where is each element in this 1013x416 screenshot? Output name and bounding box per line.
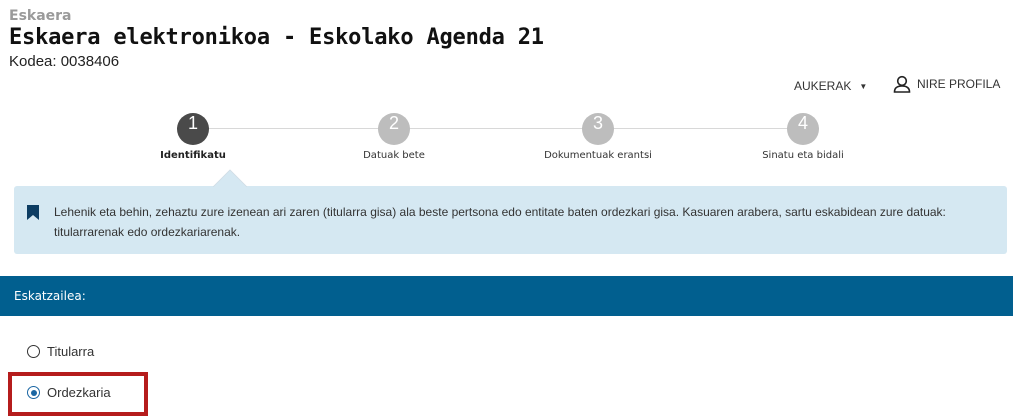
step-4-label: Sinatu eta bidali [762, 150, 844, 161]
options-menu[interactable]: AUKERAK ▼ [794, 79, 867, 93]
callout-pointer [213, 169, 247, 187]
profile-link[interactable]: NIRE PROFILA [893, 75, 1000, 93]
radio-label-titularra: Titularra [47, 344, 95, 359]
info-text: Lehenik eta behin, zehaztu zure izenean … [54, 205, 946, 239]
step-2-label: Datuak bete [363, 150, 425, 161]
step-4-circle[interactable]: 4 [787, 113, 819, 145]
section-header: Eskatzailea: [0, 276, 1013, 316]
step-3-label: Dokumentuak erantsi [544, 150, 652, 161]
request-code: Kodea: 0038406 [9, 53, 120, 70]
section-title: Eskatzailea: [14, 289, 86, 303]
highlight-frame [8, 372, 148, 416]
bookmark-icon [27, 205, 39, 220]
user-icon [893, 75, 911, 93]
options-menu-label: AUKERAK [794, 79, 852, 93]
step-3-circle[interactable]: 3 [582, 113, 614, 145]
page-kicker: Eskaera [9, 8, 72, 24]
profile-link-label: NIRE PROFILA [917, 77, 1001, 91]
step-1-label: Identifikatu [160, 150, 226, 161]
page-title: Eskaera elektronikoa - Eskolako Agenda 2… [9, 25, 544, 50]
radio-titularra[interactable]: Titularra [27, 344, 94, 359]
step-2-circle[interactable]: 2 [378, 113, 410, 145]
caret-down-icon: ▼ [859, 81, 868, 91]
step-1-circle[interactable]: 1 [177, 113, 209, 145]
info-callout: Lehenik eta behin, zehaztu zure izenean … [14, 169, 1007, 254]
radio-circle-titularra[interactable] [27, 345, 40, 358]
stepper-line [196, 128, 808, 129]
